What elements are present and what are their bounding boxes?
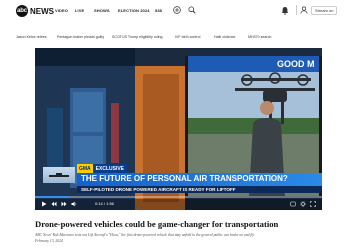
logo-news-text: NEWS (30, 6, 54, 16)
rewind-icon[interactable] (51, 201, 57, 207)
player-controls (35, 199, 322, 210)
aircraft-thumbnail (43, 167, 75, 183)
nav-538[interactable]: 538 (155, 8, 162, 13)
nav-divider (296, 5, 297, 15)
settings-icon[interactable] (300, 201, 306, 207)
forward-icon[interactable] (61, 201, 67, 207)
top-nav: abc NEWS VIDEO LIVE SHOWS ELECTION 2024 … (0, 0, 345, 23)
abc-news-logo[interactable]: abc NEWS (16, 5, 54, 17)
nav-shows[interactable]: SHOWS (94, 8, 110, 13)
progress-bar[interactable] (35, 196, 322, 198)
time-display: 0:14 / 1:56 (95, 201, 114, 206)
nav-election[interactable]: ELECTION 2024 (118, 8, 150, 13)
headline-banner: THE FUTURE OF PERSONAL AIR TRANSPORTATIO… (77, 173, 322, 186)
subheadline-banner: SELF-PILOTED DRONE POWERED AIRCRAFT IS R… (77, 186, 322, 193)
fullscreen-icon[interactable] (310, 201, 316, 207)
bell-icon[interactable] (281, 6, 289, 15)
trending-bar: Jason Kelce retires Pentagon leaker plea… (0, 33, 345, 43)
video-player[interactable]: GOOD M 0:14 / 1:56 GMA EXCLUSIVE THE FUT… (35, 48, 322, 210)
nav-live[interactable]: LIVE (75, 8, 84, 13)
article-date: February 13, 2024 (35, 239, 63, 243)
plus-icon[interactable] (173, 6, 181, 14)
search-icon[interactable] (188, 6, 196, 14)
trending-item[interactable]: IVF birth control (175, 35, 200, 39)
user-icon[interactable] (300, 6, 308, 14)
exclusive-tag: EXCLUSIVE (92, 164, 128, 173)
progress-fill (35, 196, 70, 198)
trending-item[interactable]: Jason Kelce retires (16, 35, 47, 39)
captions-icon[interactable] (290, 201, 296, 207)
volume-icon[interactable] (71, 201, 77, 207)
trending-item[interactable]: SCOTUS Trump eligibility ruling (112, 35, 163, 39)
trending-item[interactable]: Haiti violence (214, 35, 235, 39)
nav-video[interactable]: VIDEO (55, 8, 68, 13)
trending-item[interactable]: MH370 search (248, 35, 271, 39)
abc-logo-mark: abc (16, 5, 28, 17)
article-caption: ABC News' Rob Marciano tests out Lift Ai… (35, 233, 255, 237)
article-title: Drone-powered vehicles could be game-cha… (35, 219, 279, 229)
stream-on-button[interactable]: Stream on (311, 6, 338, 15)
gma-tag: GMA (77, 164, 93, 173)
trending-item[interactable]: Pentagon leaker pleads guilty (57, 35, 104, 39)
good-morning-sign: GOOD M (277, 59, 315, 69)
promo-tag-row: GMA EXCLUSIVE (77, 164, 128, 173)
play-icon[interactable] (41, 201, 47, 207)
